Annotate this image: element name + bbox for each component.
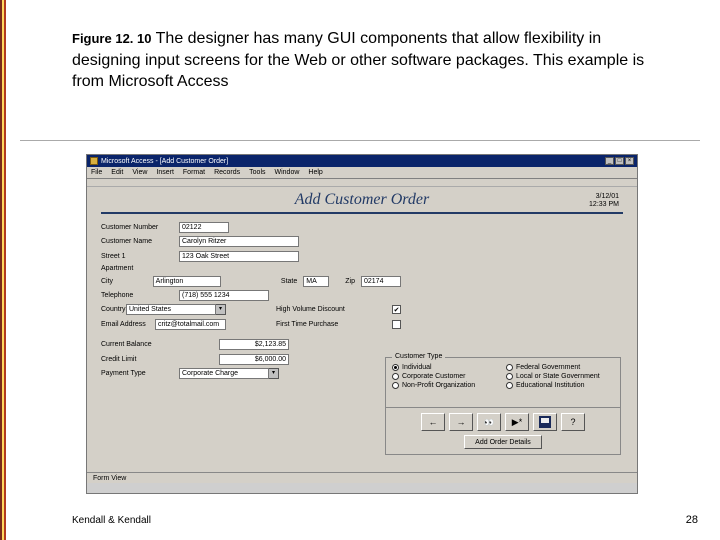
current-balance-label: Current Balance (101, 341, 179, 348)
access-window: Microsoft Access - [Add Customer Order] … (86, 154, 638, 494)
app-title: Microsoft Access - [Add Customer Order] (101, 158, 228, 165)
prev-record-button[interactable]: ← (421, 413, 445, 431)
menu-records[interactable]: Records (214, 169, 240, 176)
statusbar: Form View (87, 472, 637, 483)
find-button[interactable]: 👀 (477, 413, 501, 431)
menu-view[interactable]: View (132, 169, 147, 176)
credit-limit-field[interactable]: $6,000.00 (219, 354, 289, 365)
menu-file[interactable]: File (91, 169, 102, 176)
zip-field[interactable]: 02174 (361, 276, 401, 287)
save-icon (539, 416, 551, 428)
telephone-field[interactable]: (718) 555 1234 (179, 290, 269, 301)
email-label: Email Address (101, 321, 155, 328)
radio-non-profit[interactable]: Non-Profit Organization (392, 382, 500, 389)
arrow-right-icon: → (457, 417, 466, 427)
customer-name-label: Customer Name (101, 238, 179, 245)
footer-credit: Kendall & Kendall (72, 515, 151, 526)
city-field[interactable]: Arlington (153, 276, 221, 287)
radio-federal-government[interactable]: Federal Government (506, 364, 614, 371)
menu-tools[interactable]: Tools (249, 169, 265, 176)
add-order-details-button[interactable]: Add Order Details (464, 435, 542, 449)
menu-window[interactable]: Window (275, 169, 300, 176)
status-text: Form View (93, 475, 126, 482)
figure-caption-text: The designer has many GUI components tha… (72, 30, 644, 90)
state-field[interactable]: MA (303, 276, 329, 287)
radio-corporate-customer[interactable]: Corporate Customer (392, 373, 500, 380)
email-field[interactable]: critz@totalmail.com (155, 319, 226, 330)
arrow-left-icon: ← (429, 417, 438, 427)
zip-label: Zip (345, 278, 355, 285)
chevron-down-icon[interactable]: ▾ (216, 304, 226, 315)
horizontal-divider (20, 140, 700, 141)
payment-type-label: Payment Type (101, 370, 179, 377)
next-record-button[interactable]: → (449, 413, 473, 431)
high-volume-discount-label: High Volume Discount (276, 306, 386, 313)
high-volume-discount-checkbox[interactable]: ✔ (392, 305, 401, 314)
first-time-purchase-label: First Time Purchase (276, 321, 386, 328)
radio-individual[interactable]: Individual (392, 364, 500, 371)
current-time: 12:33 PM (589, 201, 619, 209)
menu-format[interactable]: Format (183, 169, 205, 176)
payment-type-select[interactable]: Corporate Charge (179, 368, 269, 379)
menu-help[interactable]: Help (308, 169, 322, 176)
radio-educational-institution[interactable]: Educational Institution (506, 382, 614, 389)
customer-number-field[interactable]: 02122 (179, 222, 229, 233)
window-close-button[interactable]: × (625, 157, 634, 165)
customer-name-field[interactable]: Carolyn Ritzer (179, 236, 299, 247)
page-number: 28 (686, 514, 698, 526)
chevron-down-icon[interactable]: ▾ (269, 368, 279, 379)
menubar: File Edit View Insert Format Records Too… (87, 167, 637, 179)
figure-caption: Figure 12. 10 The designer has many GUI … (72, 28, 662, 93)
customer-type-group-title: Customer Type (392, 353, 445, 360)
credit-limit-label: Credit Limit (101, 356, 179, 363)
figure-number: Figure 12. 10 (72, 31, 151, 46)
navigation-panel: ← → 👀 ▶* ? Add Order Details (385, 407, 621, 455)
apartment-label: Apartment (101, 265, 179, 272)
customer-number-label: Customer Number (101, 224, 179, 231)
new-record-icon: ▶* (512, 417, 522, 428)
street1-label: Street 1 (101, 253, 179, 260)
access-key-icon (90, 157, 98, 165)
city-label: City (101, 278, 153, 285)
current-date: 3/12/01 (589, 193, 619, 201)
binoculars-icon: 👀 (484, 418, 494, 427)
current-balance-field[interactable]: $2,123.85 (219, 339, 289, 350)
slide-left-accent (0, 0, 6, 540)
window-maximize-button[interactable]: □ (615, 157, 624, 165)
form-title: Add Customer Order (101, 191, 623, 214)
menu-insert[interactable]: Insert (156, 169, 174, 176)
window-minimize-button[interactable]: _ (605, 157, 614, 165)
menu-edit[interactable]: Edit (111, 169, 123, 176)
new-record-button[interactable]: ▶* (505, 413, 529, 431)
first-time-purchase-checkbox[interactable] (392, 320, 401, 329)
radio-local-state-government[interactable]: Local or State Government (506, 373, 614, 380)
state-label: State (281, 278, 297, 285)
date-display: 3/12/01 12:33 PM (589, 193, 619, 210)
country-label: Country (101, 306, 126, 313)
question-icon: ? (570, 417, 575, 427)
telephone-label: Telephone (101, 292, 179, 299)
save-button[interactable] (533, 413, 557, 431)
street1-field[interactable]: 123 Oak Street (179, 251, 299, 262)
toolbar (87, 179, 637, 187)
titlebar: Microsoft Access - [Add Customer Order] … (87, 155, 637, 167)
country-select[interactable]: United States (126, 304, 216, 315)
form-area: 3/12/01 12:33 PM Add Customer Order Cust… (87, 187, 637, 483)
help-button[interactable]: ? (561, 413, 585, 431)
